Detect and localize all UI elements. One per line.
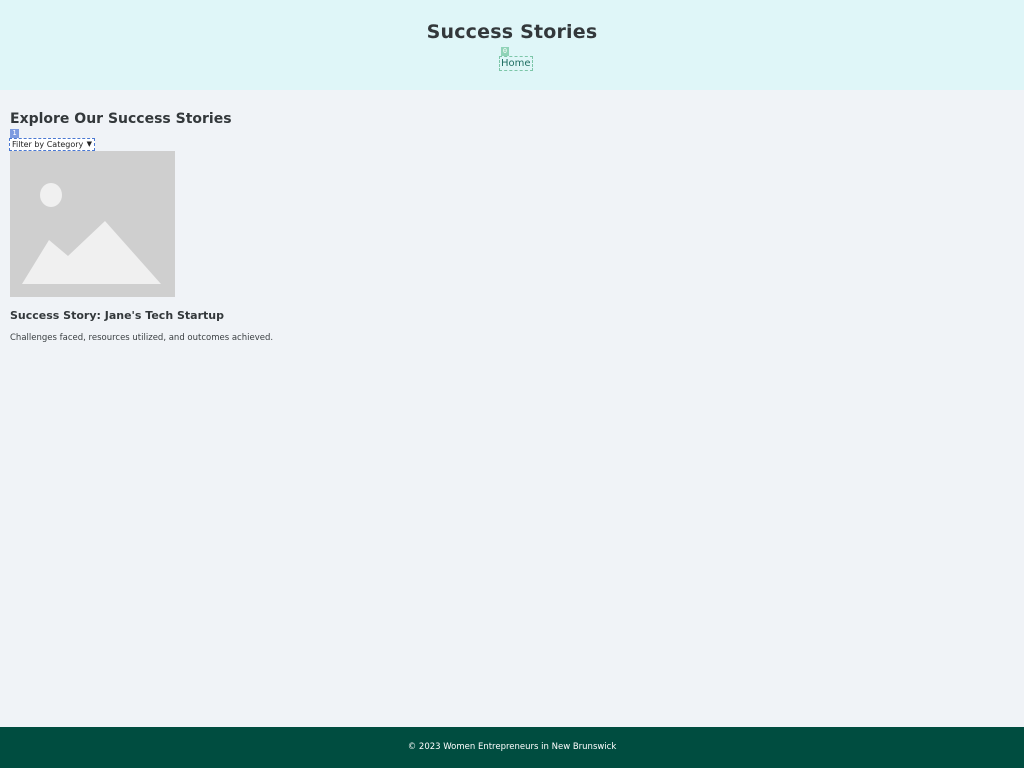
footer-copyright: © 2023 Women Entrepreneurs in New Brunsw… [407,742,617,752]
chevron-down-icon: ▼ [86,140,92,148]
section-title: Explore Our Success Stories [10,111,232,127]
site-title: Success Stories [426,21,598,43]
story-description: Challenges faced, resources utilized, an… [10,333,274,343]
nav-home-link[interactable]: Home [499,56,533,71]
story-title: Success Story: Jane's Tech Startup [10,309,224,322]
filter-selected-value: Filter by Category [12,140,84,149]
site-header: Success Stories 0 Home [0,0,1024,90]
main-content: Explore Our Success Stories 1 Filter by … [0,90,1024,727]
image-placeholder-icon [10,151,175,297]
site-footer: © 2023 Women Entrepreneurs in New Brunsw… [0,727,1024,768]
page: Success Stories 0 Home Explore Our Succe… [0,0,1024,768]
filter-badge: 1 [10,129,19,138]
nav-home-badge: 0 [501,47,509,56]
story-image [10,151,175,297]
category-filter-select[interactable]: Filter by Category ▼ [9,138,95,151]
